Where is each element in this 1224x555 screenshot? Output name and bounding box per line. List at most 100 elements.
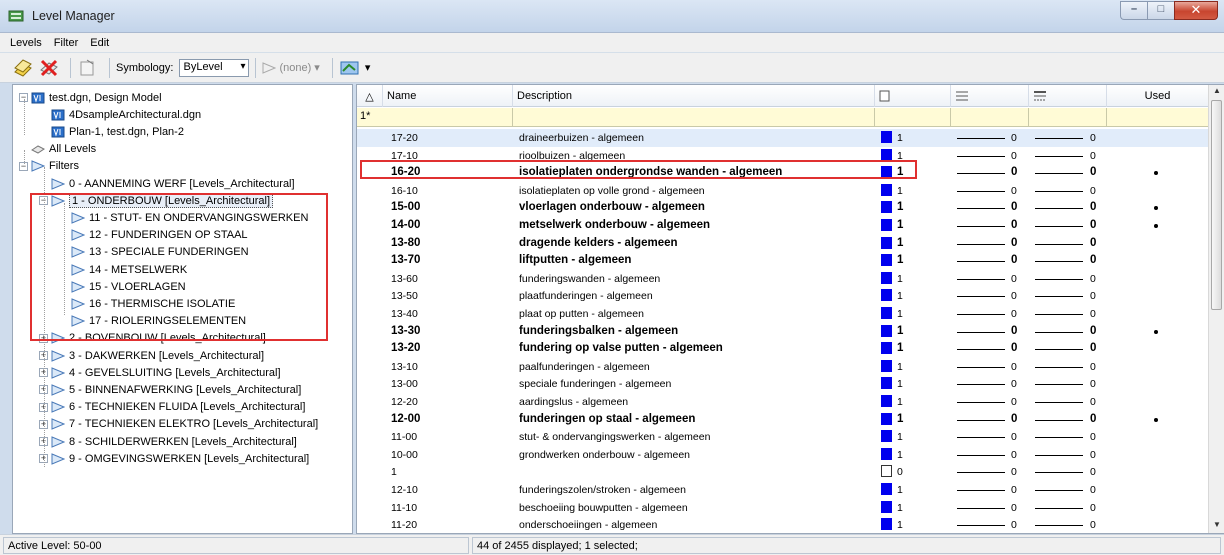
maximize-button[interactable]: □ (1147, 1, 1174, 20)
table-row[interactable]: 16-20 isolatieplaten ondergrondse wanden … (357, 164, 1209, 182)
color-swatch[interactable] (881, 236, 892, 249)
tree-item[interactable]: − Filters (19, 158, 79, 175)
table-row[interactable]: 17-20 draineerbuizen - algemeen 1 0 0 (357, 129, 1209, 147)
table-row[interactable]: 10-00 grondwerken onderbouw - algemeen 1 0 0 (357, 446, 1209, 464)
color-swatch[interactable] (881, 359, 892, 372)
color-swatch[interactable] (881, 183, 892, 196)
tree-item[interactable]: 12 - FUNDERINGEN OP STAAL (59, 227, 248, 244)
menu-filter[interactable]: Filter (54, 37, 78, 49)
tree-item[interactable]: +7 - TECHNIEKEN ELEKTRO [Levels_Architec… (39, 416, 318, 433)
column-header-color[interactable] (875, 85, 951, 107)
tree-item[interactable]: +4 - GEVELSLUITING [Levels_Architectural… (39, 364, 281, 381)
color-swatch[interactable] (881, 166, 892, 179)
tree-item[interactable]: 14 - METSELWERK (59, 261, 187, 278)
weight-line (957, 349, 1005, 351)
tree-item[interactable]: 4DsampleArchitectural.dgn (39, 106, 201, 123)
tree-item[interactable]: 11 - STUT- EN ONDERVANGINGSWERKEN (59, 209, 308, 226)
new-level-icon[interactable] (12, 58, 34, 78)
color-swatch[interactable] (881, 377, 892, 390)
table-row[interactable]: 13-70 liftputten - algemeen 1 0 0 (357, 252, 1209, 270)
vertical-scrollbar[interactable]: ▲ ▼ (1208, 85, 1224, 533)
column-header-line-weight[interactable] (951, 85, 1029, 107)
color-swatch[interactable] (881, 518, 892, 531)
table-row[interactable]: 14-00 metselwerk onderbouw - algemeen 1 0 0 (357, 217, 1209, 235)
display-filter-icon[interactable] (339, 58, 361, 78)
tree-item[interactable]: +8 - SCHILDERWERKEN [Levels_Architectura… (39, 433, 297, 450)
tree-item[interactable]: +6 - TECHNIEKEN FLUIDA [Levels_Architect… (39, 399, 305, 416)
table-row[interactable]: 11-10 beschoeiing bouwputten - algemeen 1 0… (357, 499, 1209, 517)
table-row[interactable]: 13-40 plaat op putten - algemeen 1 0 0 (357, 305, 1209, 323)
tree-item[interactable]: −1 - ONDERBOUW [Levels_Architectural] (39, 192, 274, 209)
table-row[interactable]: 11-00 stut- & ondervangingswerken - algem… (357, 428, 1209, 446)
color-swatch[interactable] (881, 447, 892, 460)
table-row[interactable]: 17-10 rioolbuizen - algemeen 1 0 0 (357, 147, 1209, 165)
tree-item[interactable]: 15 - VLOERLAGEN (59, 278, 186, 295)
tree-item[interactable]: +5 - BINNENAFWERKING [Levels_Architectur… (39, 381, 301, 398)
color-swatch[interactable] (881, 254, 892, 267)
tree-item[interactable]: +9 - OMGEVINGSWERKEN [Levels_Architectur… (39, 450, 309, 467)
menu-levels[interactable]: Levels (10, 37, 42, 49)
tree-item[interactable]: 0 - AANNEMING WERF [Levels_Architectural… (39, 175, 295, 192)
color-swatch[interactable] (881, 148, 892, 161)
color-swatch[interactable] (881, 395, 892, 407)
scroll-down-icon[interactable]: ▼ (1209, 520, 1224, 533)
level-color-cell: 1 (897, 132, 903, 144)
table-row[interactable]: 13-30 funderingsbalken - algemeen 1 0 0 (357, 323, 1209, 341)
tree-item[interactable]: All Levels (19, 141, 96, 158)
style-filter-input[interactable] (1029, 108, 1107, 127)
table-row[interactable]: 13-80 dragende kelders - algemeen 1 0 0 (357, 235, 1209, 253)
tree-item[interactable]: − test.dgn, Design Model (19, 89, 162, 106)
table-row[interactable]: 13-00 speciale funderingen - algemeen 1 0 0 (357, 375, 1209, 393)
color-swatch[interactable] (881, 465, 892, 478)
tree-item[interactable]: +2 - BOVENBOUW [Levels_Architectural] (39, 330, 266, 347)
column-header-name[interactable]: Name (383, 85, 513, 107)
table-row[interactable]: 15-00 vloerlagen onderbouw - algemeen 1 0 0 (357, 199, 1209, 217)
color-swatch[interactable] (881, 307, 892, 319)
delete-level-icon[interactable] (38, 58, 60, 78)
table-row[interactable]: 13-20 fundering op valse putten - algemee… (357, 340, 1209, 358)
table-row[interactable]: 13-60 funderingswanden - algemeen 1 0 0 (357, 270, 1209, 288)
color-swatch[interactable] (881, 289, 892, 302)
color-swatch[interactable] (881, 271, 892, 284)
column-header-line-style[interactable] (1029, 85, 1107, 107)
chevron-down-icon[interactable]: ▾ (365, 61, 371, 74)
color-swatch[interactable] (881, 430, 892, 443)
tree-item[interactable]: 17 - RIOLERINGSELEMENTEN (59, 313, 246, 330)
color-swatch[interactable] (881, 131, 892, 143)
tree-item[interactable]: 16 - THERMISCHE ISOLATIE (59, 295, 235, 312)
tree-item[interactable]: Plan-1, test.dgn, Plan-2 (39, 123, 184, 140)
table-row[interactable]: 11-20 onderschoeiingen - algemeen 1 0 0 (357, 516, 1209, 533)
table-row[interactable]: 13-10 paalfunderingen - algemeen 1 0 0 (357, 358, 1209, 376)
color-swatch[interactable] (881, 412, 892, 425)
used-filter-input[interactable] (1107, 108, 1209, 127)
table-row[interactable]: 16-10 isolatieplaten op volle grond - alg… (357, 182, 1209, 200)
table-row[interactable]: 12-20 aardingslus - algemeen 1 0 0 (357, 393, 1209, 411)
tree-item[interactable]: +3 - DAKWERKEN [Levels_Architectural] (39, 347, 264, 364)
column-header-used[interactable]: Used (1107, 85, 1209, 107)
color-swatch[interactable] (881, 342, 892, 355)
filter-select[interactable]: (none) ▾ (262, 61, 320, 75)
color-filter-input[interactable] (875, 108, 951, 127)
scroll-thumb[interactable] (1211, 100, 1222, 310)
color-swatch[interactable] (881, 483, 892, 495)
weight-filter-input[interactable] (951, 108, 1029, 127)
minimize-button[interactable]: – (1120, 1, 1147, 20)
table-row[interactable]: 12-10 funderingszolen/stroken - algemeen 1… (357, 481, 1209, 499)
table-row[interactable]: 1 0 0 0 (357, 463, 1209, 481)
table-row[interactable]: 12-00 funderingen op staal - algemeen 1 0 0 (357, 411, 1209, 429)
scroll-up-icon[interactable]: ▲ (1209, 86, 1224, 100)
table-row[interactable]: 13-50 plaatfunderingen - algemeen 1 0 0 (357, 287, 1209, 305)
symbology-select[interactable]: ByLevel (179, 58, 250, 77)
color-swatch[interactable] (881, 324, 892, 337)
close-button[interactable]: ✕ (1174, 1, 1218, 20)
column-header-description[interactable]: Description (513, 85, 875, 107)
grid-filter-row[interactable]: 1* (357, 108, 1209, 127)
name-filter-input[interactable]: 1* (357, 108, 513, 127)
color-swatch[interactable] (881, 219, 892, 231)
description-filter-input[interactable] (513, 108, 875, 127)
menu-edit[interactable]: Edit (90, 37, 109, 49)
color-swatch[interactable] (881, 201, 892, 214)
tree-item[interactable]: 13 - SPECIALE FUNDERINGEN (59, 244, 249, 261)
level-properties-icon[interactable] (77, 58, 99, 78)
color-swatch[interactable] (881, 500, 892, 513)
